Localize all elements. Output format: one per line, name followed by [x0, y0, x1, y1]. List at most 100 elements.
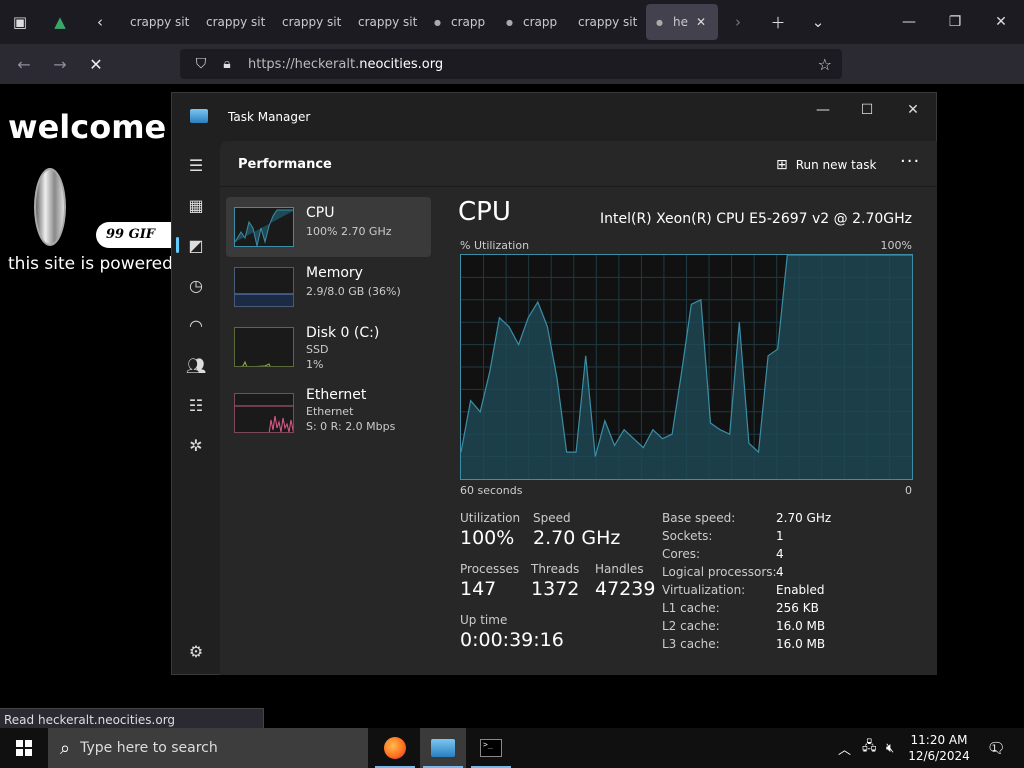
spec-value: 256 KB	[776, 601, 819, 615]
resource-stat: S: 0 R: 2.0 Mbps	[306, 420, 396, 433]
browser-tab-active[interactable]: ● he ✕	[646, 4, 718, 40]
lock-icon[interactable]: 🔒︎	[214, 56, 240, 72]
forward-icon[interactable]: →	[42, 44, 78, 84]
utilization-value: 100%	[460, 527, 515, 549]
back-icon[interactable]: ←	[6, 44, 42, 84]
url-text[interactable]: https://heckeralt.neocities.org	[248, 57, 443, 72]
browser-tab[interactable]: crappy sit	[348, 4, 424, 40]
handles-label: Handles	[595, 562, 644, 576]
browser-tab[interactable]: ● crapp	[496, 4, 568, 40]
resource-name: Ethernet	[306, 387, 367, 403]
processes-value: 147	[460, 578, 497, 600]
powered-by-text: this site is powered	[8, 254, 173, 274]
details-icon[interactable]: ☷	[172, 385, 220, 425]
utilization-axis-max: 100%	[880, 239, 912, 252]
tab-label: he	[672, 15, 688, 29]
task-manager-window: Task Manager — ☐ ✕ ☰ ▦ ◩ ◷ ◠ 👥︎ ☷ ✲ ⚙ Pe…	[171, 92, 937, 675]
more-options-icon[interactable]: ···	[900, 151, 920, 172]
spec-label: L3 cache:	[662, 637, 720, 651]
tab-scroll-right-icon[interactable]: ›	[718, 0, 758, 44]
maximize-icon[interactable]: ☐	[844, 93, 890, 127]
taskbar-clock[interactable]: 11:20 AM 12/6/2024	[904, 732, 974, 764]
start-button[interactable]	[0, 728, 48, 768]
task-manager-icon	[431, 739, 455, 757]
startup-apps-icon[interactable]: ◠	[172, 305, 220, 345]
taskbar-firefox[interactable]	[372, 728, 418, 768]
url-domain: neocities.org	[359, 56, 444, 72]
task-manager-titlebar: Task Manager — ☐ ✕	[172, 93, 938, 141]
volume-muted-icon[interactable]: 🔇︎	[886, 728, 904, 768]
browser-tab[interactable]: crappy sit	[120, 4, 196, 40]
spec-value: 16.0 MB	[776, 619, 826, 633]
show-hidden-icons-icon[interactable]: ︿	[838, 728, 856, 768]
settings-gear-icon[interactable]: ⚙	[172, 631, 220, 671]
taskbar-task-manager[interactable]	[420, 728, 466, 768]
browser-tab[interactable]: crappy sit	[196, 4, 272, 40]
users-icon[interactable]: 👥︎	[172, 345, 220, 385]
close-window-icon[interactable]: ✕	[978, 0, 1024, 44]
graph-time-zero-label: 0	[905, 484, 912, 497]
stop-loading-icon[interactable]: ✕	[78, 44, 114, 84]
resource-item-memory[interactable]: Memory 2.9/8.0 GB (36%)	[226, 257, 431, 317]
shield-icon[interactable]: ⛉	[188, 56, 214, 72]
tab-scroll-left-icon[interactable]: ‹	[80, 0, 120, 44]
utilization-label: Utilization	[460, 511, 521, 525]
resource-name: Disk 0 (C:)	[306, 325, 380, 341]
tab-label: crapp	[522, 15, 558, 29]
browser-tab[interactable]: ● crapp	[424, 4, 496, 40]
app-history-icon[interactable]: ◷	[172, 265, 220, 305]
performance-icon[interactable]: ◩	[172, 225, 220, 265]
restore-icon[interactable]: ❐	[932, 0, 978, 44]
utilization-axis-label: % Utilization	[460, 239, 530, 252]
handles-value: 47239	[595, 578, 656, 600]
run-new-task-button[interactable]: ⊞ Run new task	[776, 157, 876, 173]
browser-tab[interactable]: crappy sit	[272, 4, 348, 40]
minimize-icon[interactable]: —	[886, 0, 932, 44]
minimize-icon[interactable]: —	[800, 93, 846, 127]
command-prompt-icon: >_	[480, 739, 502, 757]
processes-label: Processes	[460, 562, 520, 576]
resource-item-disk[interactable]: Disk 0 (C:) SSD 1%	[226, 317, 431, 377]
detail-heading: CPU	[458, 197, 511, 227]
spec-label: Base speed:	[662, 511, 736, 525]
bookmark-star-icon[interactable]: ☆	[818, 55, 832, 74]
spec-label: L1 cache:	[662, 601, 720, 615]
spec-value: 2.70 GHz	[776, 511, 832, 525]
services-icon[interactable]: ✲	[172, 425, 220, 465]
search-icon: ⌕	[60, 737, 71, 759]
resource-name: CPU	[306, 205, 335, 221]
close-tab-icon[interactable]: ✕	[696, 15, 706, 29]
resource-list: CPU 100% 2.70 GHz Memory 2.9/8.0 GB (36%…	[226, 197, 431, 443]
processes-icon[interactable]: ▦	[172, 185, 220, 225]
firefox-icon	[384, 737, 406, 759]
clock-time: 11:20 AM	[910, 733, 968, 747]
gif-shop-badge[interactable]: 99 GIF SHO	[96, 222, 176, 268]
browser-tab-bar: ▣ ▲ ‹ crappy sit crappy sit crappy sit c…	[0, 0, 1024, 44]
browser-tab[interactable]: crappy sit	[568, 4, 644, 40]
task-manager-sidebar: ☰ ▦ ◩ ◷ ◠ 👥︎ ☷ ✲ ⚙	[172, 141, 220, 675]
resource-stat: Ethernet	[306, 405, 354, 418]
notification-center-icon[interactable]: 🗨︎ 1	[980, 736, 1006, 760]
speed-value: 2.70 GHz	[533, 527, 621, 549]
taskbar-search-box[interactable]: ⌕ Type here to search	[48, 728, 368, 768]
url-bar[interactable]: ⛉ 🔒︎ https://heckeralt.neocities.org ☆	[180, 49, 842, 79]
network-icon[interactable]: 🖧︎	[862, 728, 880, 768]
disk-thumbnail-graph	[234, 327, 294, 367]
neocities-icon[interactable]: ▲	[40, 0, 80, 44]
taskbar-command-prompt[interactable]: >_	[468, 728, 514, 768]
threads-label: Threads	[531, 562, 580, 576]
hamburger-menu-icon[interactable]: ☰	[172, 145, 220, 185]
resource-item-ethernet[interactable]: Ethernet Ethernet S: 0 R: 2.0 Mbps	[226, 383, 431, 443]
windows-logo-icon	[16, 740, 32, 756]
new-tab-icon[interactable]: ＋	[758, 0, 798, 44]
spec-value: 4	[776, 547, 784, 561]
close-icon[interactable]: ✕	[890, 93, 936, 127]
list-tabs-icon[interactable]: ⌄	[798, 0, 838, 44]
spec-value: 16.0 MB	[776, 637, 826, 651]
task-manager-main: Performance ⊞ Run new task ··· CPU 100% 2…	[220, 141, 937, 675]
notification-count: 1	[991, 744, 998, 754]
tab-overview-icon[interactable]: ▣	[0, 0, 40, 44]
clock-date: 12/6/2024	[908, 749, 970, 763]
resource-item-cpu[interactable]: CPU 100% 2.70 GHz	[226, 197, 431, 257]
spec-label: L2 cache:	[662, 619, 720, 633]
